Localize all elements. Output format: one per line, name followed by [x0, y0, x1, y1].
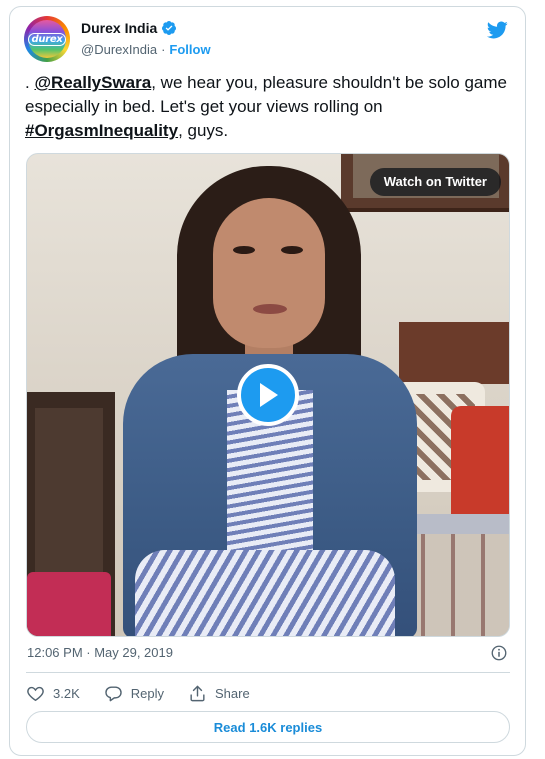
like-count: 3.2K	[53, 685, 80, 701]
tweet-text: . @ReallySwara, we hear you, pleasure sh…	[25, 71, 515, 143]
watch-on-twitter-button[interactable]: Watch on Twitter	[369, 168, 501, 196]
divider	[26, 672, 510, 673]
thumbnail-person-lips	[253, 304, 287, 314]
thumbnail-striped-skirt	[135, 550, 395, 636]
reply-icon	[105, 685, 122, 701]
tweet-timestamp[interactable]: 12:06 PM · May 29, 2019	[27, 645, 173, 660]
share-icon	[190, 685, 205, 701]
share-button[interactable]: Share	[188, 684, 250, 703]
reply-button[interactable]: Reply	[104, 684, 164, 703]
like-button[interactable]: 3.2K	[26, 684, 80, 703]
tweet-actions: 3.2K Reply Share	[26, 683, 274, 703]
play-icon	[260, 383, 278, 407]
avatar-text: durex	[27, 32, 67, 46]
thumbnail-person-eye	[233, 246, 255, 254]
verified-badge-icon	[162, 21, 177, 35]
separator-dot: ·	[161, 42, 166, 57]
twitter-bird-icon[interactable]	[485, 19, 509, 41]
author-handle-row: @DurexIndia · Follow	[81, 42, 211, 57]
thumbnail-person-eye	[281, 246, 303, 254]
thumbnail-headboard	[399, 322, 509, 384]
avatar-logo: durex	[27, 20, 67, 58]
play-button[interactable]	[237, 364, 299, 426]
info-icon[interactable]	[490, 644, 508, 662]
tweet-text-part-2: , guys.	[178, 121, 229, 140]
thumbnail-cushion	[27, 572, 111, 636]
thumbnail-person-face	[213, 198, 325, 348]
tweet-card: durex Durex India @DurexIndia · Follow .…	[9, 6, 526, 756]
share-label: Share	[215, 685, 250, 701]
mention-link[interactable]: @ReallySwara	[34, 73, 151, 92]
hashtag-link[interactable]: #OrgasmInequality	[25, 121, 178, 140]
author-handle[interactable]: @DurexIndia	[81, 42, 157, 57]
heart-icon	[27, 686, 44, 701]
read-replies-button[interactable]: Read 1.6K replies	[26, 711, 510, 743]
reply-label: Reply	[130, 685, 164, 701]
follow-button[interactable]: Follow	[169, 42, 210, 57]
video-thumbnail[interactable]: Watch on Twitter	[26, 153, 510, 637]
author-display-name[interactable]: Durex India	[81, 20, 157, 36]
author-name-row: Durex India	[81, 20, 177, 36]
avatar[interactable]: durex	[24, 16, 70, 62]
